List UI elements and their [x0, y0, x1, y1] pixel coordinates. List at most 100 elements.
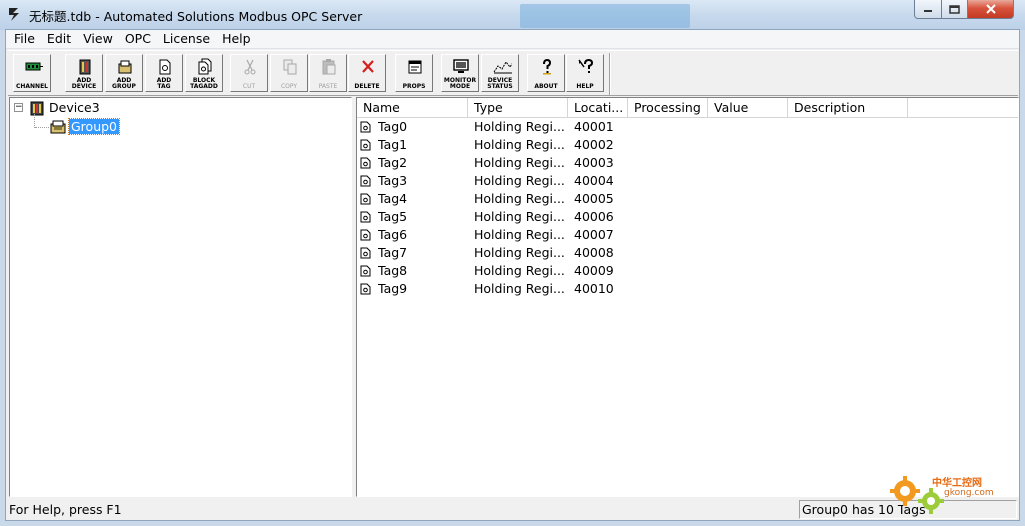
monitor-mode-button[interactable]: MONITOR MODE	[441, 54, 479, 92]
properties-button[interactable]: PROPS	[395, 54, 433, 92]
cell-location: 40006	[574, 209, 614, 224]
tag-icon	[360, 193, 371, 205]
watermark-brand: 中华工控网	[932, 478, 982, 489]
tree-device-label[interactable]: Device3	[49, 100, 100, 115]
table-row[interactable]: Tag8 Holding Regi... 40009	[357, 262, 1017, 280]
table-row[interactable]: Tag5 Holding Regi... 40006	[357, 208, 1017, 226]
column-name[interactable]: Name	[357, 98, 468, 118]
cut-icon	[244, 59, 256, 75]
tag-icon	[360, 265, 371, 277]
group-icon	[50, 120, 66, 134]
table-row[interactable]: Tag3 Holding Regi... 40004	[357, 172, 1017, 190]
menu-opc[interactable]: OPC	[120, 30, 156, 48]
column-description[interactable]: Description	[788, 98, 908, 118]
tree-connector	[35, 127, 49, 128]
block-tag-add-button[interactable]: BLOCK TAGADD	[185, 54, 223, 92]
block-tag-add-icon	[198, 58, 212, 75]
tree-view[interactable]: − Device3 Group0	[9, 97, 352, 497]
watermark-site: gkong.com	[944, 488, 994, 498]
maximize-button[interactable]	[941, 0, 968, 19]
cell-type: Holding Regi...	[474, 245, 565, 260]
status-help-text: For Help, press F1	[9, 502, 122, 517]
cell-type: Holding Regi...	[474, 137, 565, 152]
add-tag-icon	[159, 59, 171, 75]
add-group-label: ADD GROUP	[112, 77, 136, 90]
menu-edit[interactable]: Edit	[42, 30, 76, 48]
collapse-toggle[interactable]: −	[14, 103, 23, 112]
paste-icon	[322, 59, 336, 75]
cell-type: Holding Regi...	[474, 173, 565, 188]
menu-view[interactable]: View	[78, 30, 118, 48]
device-status-button[interactable]: DEVICE STATUS	[481, 54, 519, 92]
tag-icon	[360, 121, 371, 133]
paste-label: PASTE	[318, 83, 338, 90]
copy-button[interactable]: COPY	[270, 54, 308, 92]
tag-list[interactable]: Name Type Locati... Processing Value Des…	[356, 97, 1019, 497]
cell-location: 40005	[574, 191, 614, 206]
cell-type: Holding Regi...	[474, 263, 565, 278]
app-icon	[9, 8, 19, 21]
gear-icon	[918, 488, 944, 514]
column-value[interactable]: Value	[708, 98, 788, 118]
cell-location: 40007	[574, 227, 614, 242]
properties-label: PROPS	[402, 83, 426, 90]
title-bar[interactable]: 无标题.tdb - Automated Solutions Modbus OPC…	[0, 0, 1025, 30]
table-row[interactable]: Tag1 Holding Regi... 40002	[357, 136, 1017, 154]
cell-type: Holding Regi...	[474, 227, 565, 242]
tag-icon	[360, 157, 371, 169]
add-tag-button[interactable]: ADD TAG	[145, 54, 183, 92]
menu-help[interactable]: Help	[217, 30, 256, 48]
table-row[interactable]: Tag2 Holding Regi... 40003	[357, 154, 1017, 172]
window-title: 无标题.tdb - Automated Solutions Modbus OPC…	[29, 9, 363, 24]
about-icon	[543, 58, 552, 75]
cell-name: Tag1	[378, 137, 408, 152]
tree-group-label[interactable]: Group0	[67, 118, 121, 135]
about-label: ABOUT	[534, 83, 558, 90]
table-row[interactable]: Tag9 Holding Regi... 40010	[357, 280, 1017, 298]
add-device-icon	[79, 59, 91, 75]
device-status-icon	[493, 61, 512, 74]
column-location[interactable]: Locati...	[568, 98, 628, 118]
cell-name: Tag2	[378, 155, 408, 170]
tag-icon	[360, 247, 371, 259]
add-group-button[interactable]: ADD GROUP	[105, 54, 143, 92]
cell-name: Tag7	[378, 245, 408, 260]
properties-icon	[408, 60, 422, 74]
about-button[interactable]: ABOUT	[527, 54, 565, 92]
cell-name: Tag8	[378, 263, 408, 278]
monitor-mode-label: MONITOR MODE	[443, 77, 477, 90]
tag-icon	[360, 211, 371, 223]
cell-name: Tag0	[378, 119, 408, 134]
menu-license[interactable]: License	[158, 30, 215, 48]
cell-name: Tag4	[378, 191, 408, 206]
channel-icon	[25, 62, 43, 71]
paste-button[interactable]: PASTE	[309, 54, 347, 92]
cell-name: Tag9	[378, 281, 408, 296]
delete-button[interactable]: DELETE	[348, 54, 386, 92]
block-tag-add-label: BLOCK TAGADD	[190, 77, 218, 90]
table-row[interactable]: Tag7 Holding Regi... 40008	[357, 244, 1017, 262]
copy-label: COPY	[280, 83, 298, 90]
cut-button[interactable]: CUT	[230, 54, 268, 92]
channel-button[interactable]: CHANNEL	[13, 54, 51, 92]
help-button[interactable]: HELP	[566, 54, 604, 92]
tag-icon	[360, 139, 371, 151]
table-row[interactable]: Tag6 Holding Regi... 40007	[357, 226, 1017, 244]
maximize-icon	[949, 4, 960, 14]
cell-type: Holding Regi...	[474, 281, 565, 296]
cell-type: Holding Regi...	[474, 191, 565, 206]
main-window: File Edit View OPC License Help CHANNEL …	[5, 29, 1020, 521]
minimize-button[interactable]	[914, 0, 942, 19]
cell-type: Holding Regi...	[474, 209, 565, 224]
close-button[interactable]	[967, 0, 1014, 19]
column-processing[interactable]: Processing	[628, 98, 708, 118]
delete-label: DELETE	[354, 83, 380, 90]
cell-location: 40010	[574, 281, 614, 296]
table-row[interactable]: Tag4 Holding Regi... 40005	[357, 190, 1017, 208]
table-row[interactable]: Tag0 Holding Regi... 40001	[357, 118, 1017, 136]
column-type[interactable]: Type	[468, 98, 568, 118]
monitor-icon	[453, 59, 469, 73]
cell-name: Tag5	[378, 209, 408, 224]
menu-file[interactable]: File	[9, 30, 40, 48]
add-device-button[interactable]: ADD DEVICE	[65, 54, 103, 92]
